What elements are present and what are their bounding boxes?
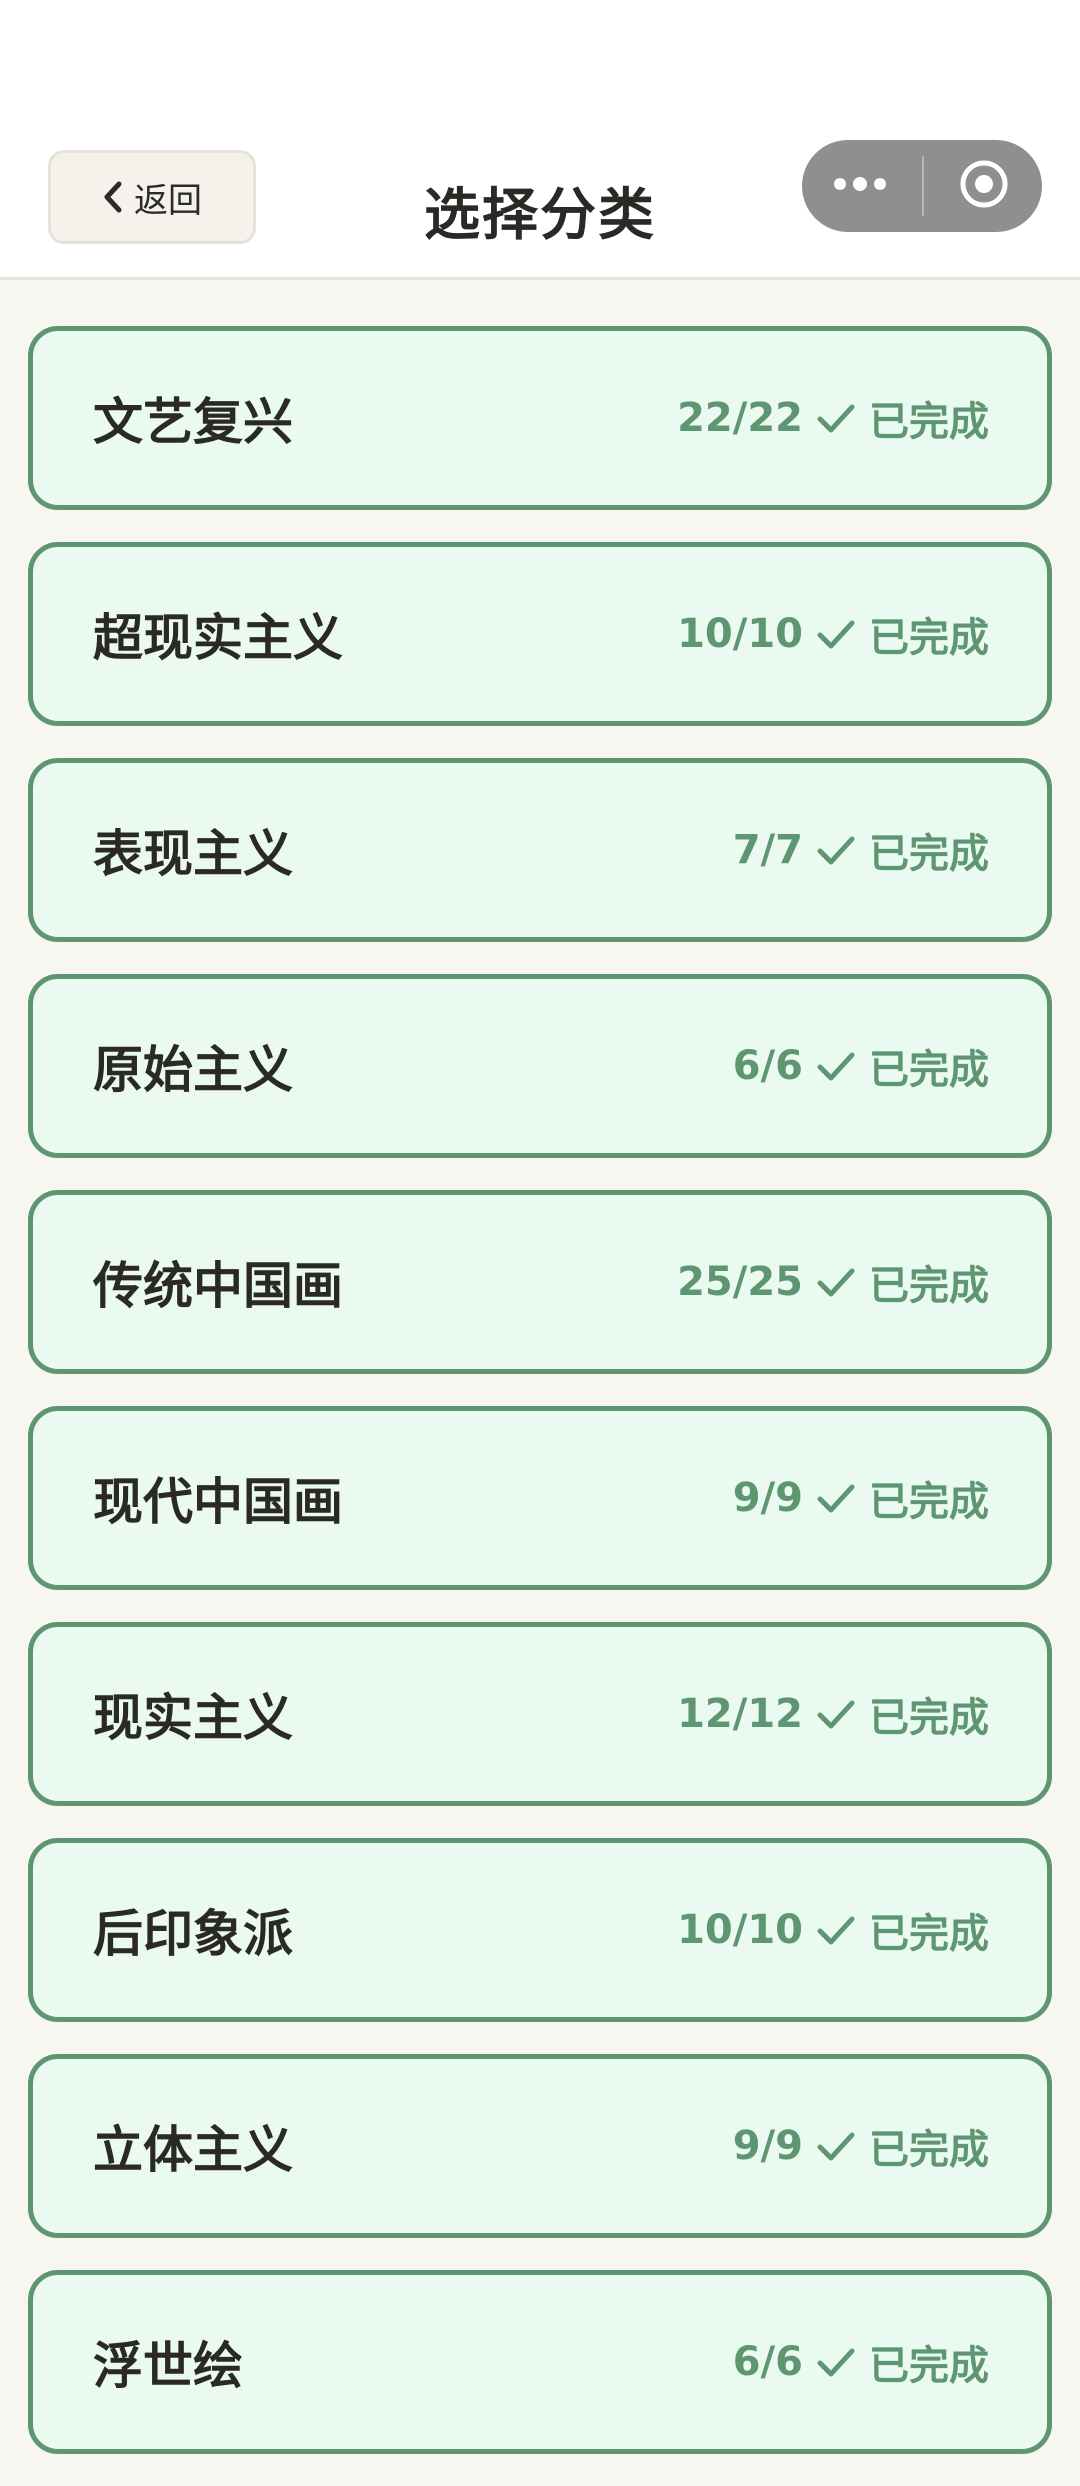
- status-label: 已完成: [869, 1695, 989, 1741]
- category-name: 立体主义: [93, 2121, 293, 2179]
- category-list: 文艺复兴 22/22 已完成 超现实主义 10/10 已完成 表现主义 7/7 …: [28, 326, 1052, 2486]
- category-status: 9/9 已完成: [733, 1469, 989, 1527]
- category-card-primitivism[interactable]: 原始主义 6/6 已完成: [28, 974, 1052, 1158]
- category-name: 传统中国画: [93, 1257, 343, 1315]
- category-status: 25/25 已完成: [677, 1253, 989, 1311]
- progress-count: 10/10: [677, 1907, 803, 1953]
- category-card-post-impressionism[interactable]: 后印象派 10/10 已完成: [28, 1838, 1052, 2022]
- category-status: 10/10 已完成: [677, 605, 989, 663]
- check-icon: [815, 2341, 857, 2383]
- category-name: 表现主义: [93, 825, 293, 883]
- category-card-surrealism[interactable]: 超现实主义 10/10 已完成: [28, 542, 1052, 726]
- status-label: 已完成: [869, 2343, 989, 2389]
- category-name: 后印象派: [93, 1905, 293, 1963]
- progress-count: 6/6: [732, 2339, 803, 2385]
- more-icon[interactable]: [832, 174, 888, 198]
- status-label: 已完成: [869, 831, 989, 877]
- status-label: 已完成: [869, 1263, 989, 1309]
- category-status: 7/7 已完成: [733, 821, 989, 879]
- category-card-modern-chinese-painting[interactable]: 现代中国画 9/9 已完成: [28, 1406, 1052, 1590]
- category-name: 现实主义: [93, 1689, 293, 1747]
- check-icon: [815, 1693, 857, 1735]
- category-card-cubism[interactable]: 立体主义 9/9 已完成: [28, 2054, 1052, 2238]
- nav-bar: 返回 选择分类: [0, 140, 1080, 280]
- category-card-renaissance[interactable]: 文艺复兴 22/22 已完成: [28, 326, 1052, 510]
- check-icon: [815, 397, 857, 439]
- category-name: 现代中国画: [93, 1473, 343, 1531]
- status-label: 已完成: [869, 615, 989, 661]
- capsule-divider: [922, 156, 924, 216]
- progress-count: 9/9: [732, 2123, 803, 2169]
- progress-count: 12/12: [677, 1691, 803, 1737]
- category-card-expressionism[interactable]: 表现主义 7/7 已完成: [28, 758, 1052, 942]
- progress-count: 10/10: [677, 611, 803, 657]
- category-card-traditional-chinese-painting[interactable]: 传统中国画 25/25 已完成: [28, 1190, 1052, 1374]
- progress-count: 7/7: [732, 827, 803, 873]
- check-icon: [815, 613, 857, 655]
- mini-program-capsule: [802, 140, 1042, 232]
- category-status: 9/9 已完成: [733, 2117, 989, 2175]
- category-status: 6/6 已完成: [733, 1037, 989, 1095]
- category-name: 浮世绘: [93, 2337, 243, 2395]
- status-bar: [0, 0, 1080, 140]
- check-icon: [815, 1261, 857, 1303]
- progress-count: 9/9: [732, 1475, 803, 1521]
- category-name: 原始主义: [93, 1041, 293, 1099]
- check-icon: [815, 1045, 857, 1087]
- category-status: 12/12 已完成: [677, 1685, 989, 1743]
- status-label: 已完成: [869, 1479, 989, 1525]
- category-name: 文艺复兴: [93, 393, 293, 451]
- check-icon: [815, 1909, 857, 1951]
- check-icon: [815, 829, 857, 871]
- category-card-realism[interactable]: 现实主义 12/12 已完成: [28, 1622, 1052, 1806]
- check-icon: [815, 1477, 857, 1519]
- status-label: 已完成: [869, 2127, 989, 2173]
- progress-count: 22/22: [677, 395, 803, 441]
- status-label: 已完成: [869, 399, 989, 445]
- progress-count: 25/25: [677, 1259, 803, 1305]
- progress-count: 6/6: [732, 1043, 803, 1089]
- status-label: 已完成: [869, 1911, 989, 1957]
- status-label: 已完成: [869, 1047, 989, 1093]
- category-status: 22/22 已完成: [677, 389, 989, 447]
- category-name: 超现实主义: [93, 609, 343, 667]
- check-icon: [815, 2125, 857, 2167]
- category-card-ukiyo-e[interactable]: 浮世绘 6/6 已完成: [28, 2270, 1052, 2454]
- target-icon[interactable]: [958, 158, 1010, 214]
- category-status: 6/6 已完成: [733, 2333, 989, 2391]
- category-status: 10/10 已完成: [677, 1901, 989, 1959]
